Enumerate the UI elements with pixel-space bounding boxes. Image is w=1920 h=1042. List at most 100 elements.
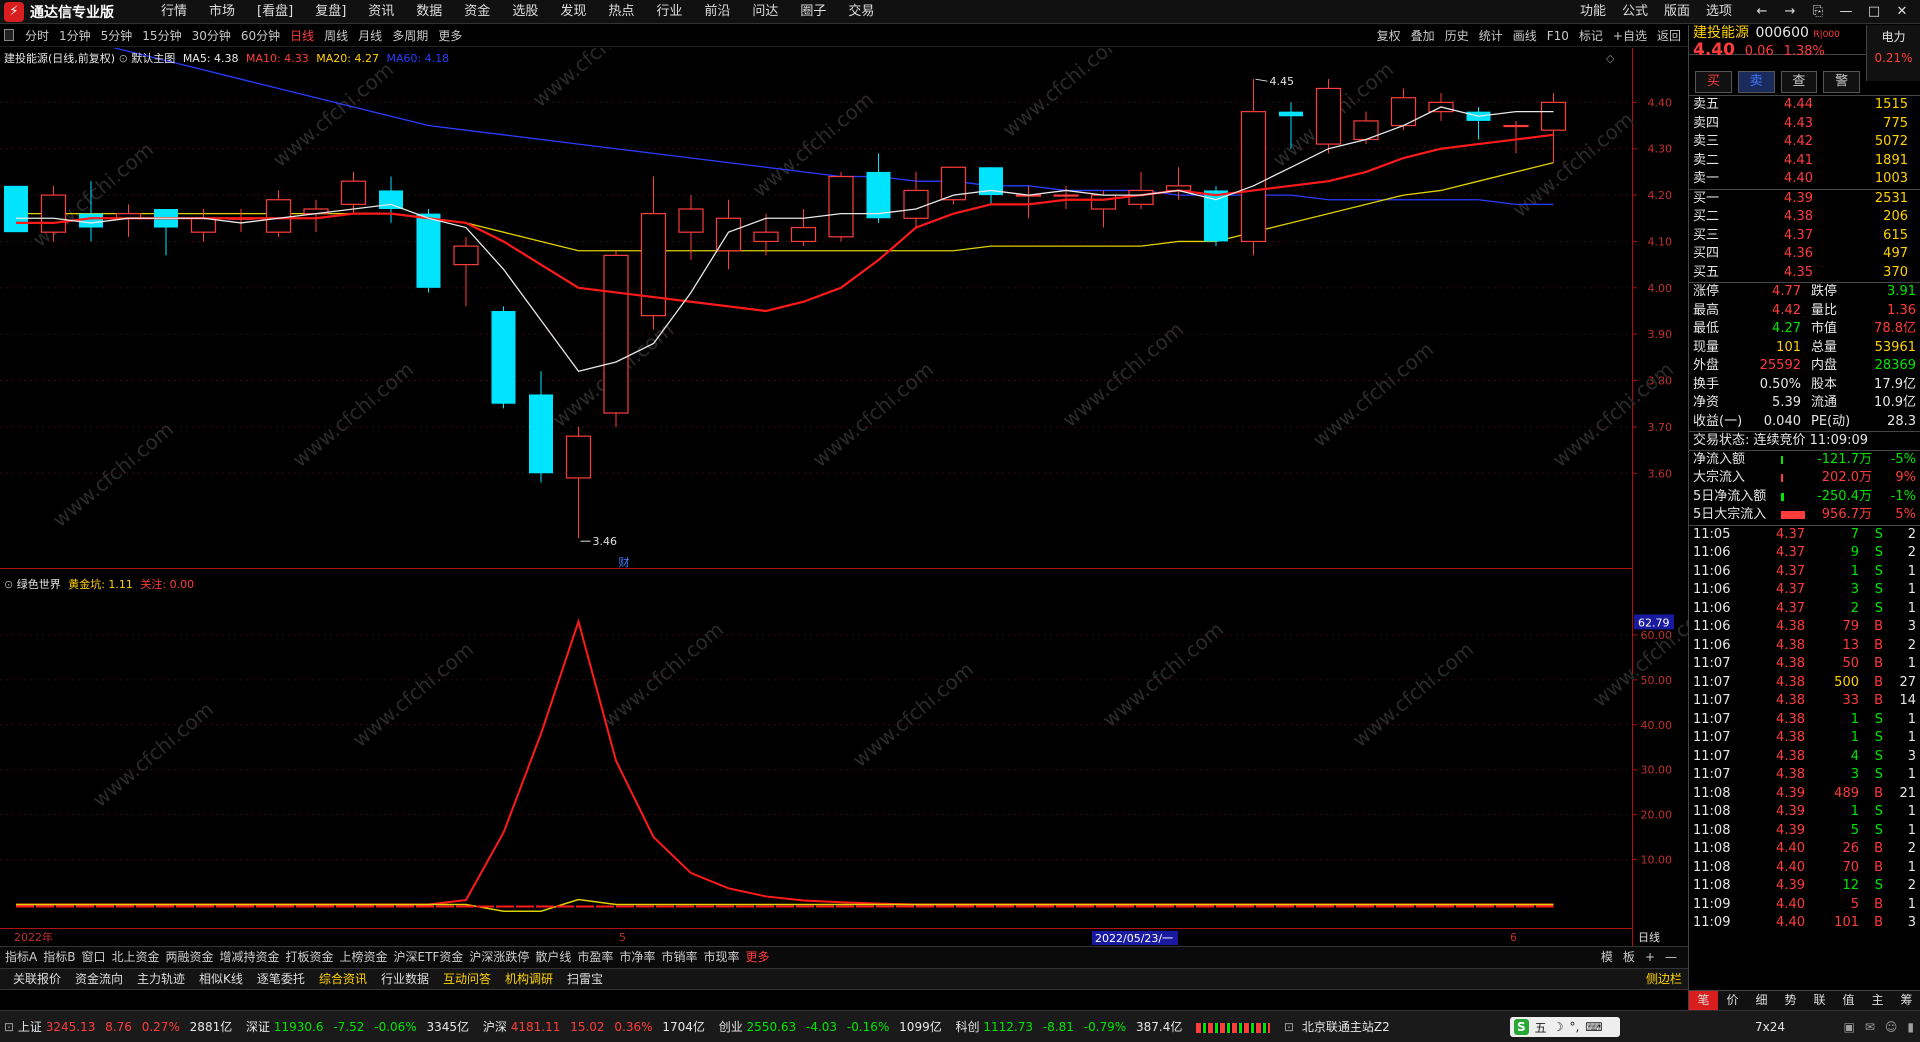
tool-button[interactable]: 统计 xyxy=(1474,25,1508,46)
function-tab[interactable]: 综合资讯 xyxy=(312,969,374,989)
trade-button[interactable]: 警 xyxy=(1823,71,1860,93)
period-tab[interactable]: 分时 xyxy=(20,25,54,46)
moon-icon[interactable]: ☽ xyxy=(1553,1020,1564,1034)
cy-name[interactable]: 创业 xyxy=(719,1020,743,1034)
message-icon[interactable]: ✉ xyxy=(1865,1011,1875,1042)
chart-area[interactable]: 4.40 4.30 4.20 4.10 4.00 3.90 3.80 3.70 3.60 60.0… xyxy=(0,48,1688,946)
sector-box[interactable]: 电力 0.21% xyxy=(1866,25,1920,81)
tool-button[interactable]: F10 xyxy=(1542,25,1574,46)
indicator-tab[interactable]: 沪深涨跌停 xyxy=(466,947,532,968)
ime-toolbar[interactable]: S 五 ☽ °, ⌨ xyxy=(1510,1017,1620,1037)
clock-label[interactable]: 7x24 xyxy=(1755,1011,1785,1042)
panel-tab[interactable]: 联 xyxy=(1805,991,1834,1010)
lock-icon[interactable]: ⊡ xyxy=(1284,1020,1294,1034)
indicator-tab[interactable]: 市净率 xyxy=(616,947,658,968)
trade-button[interactable]: 买 xyxy=(1695,71,1732,93)
kline-chart[interactable]: 4.404.304.204.104.003.903.803.703.6060.0… xyxy=(0,48,1688,946)
forward-icon[interactable]: → xyxy=(1776,0,1804,23)
function-tab[interactable]: 主力轨迹 xyxy=(130,969,192,989)
template-icon[interactable]: ⊙ xyxy=(119,52,132,65)
main-legend-template[interactable]: 默认主图 xyxy=(131,52,175,65)
maximize-icon[interactable]: □ xyxy=(1860,0,1888,23)
indicator-tab[interactable]: 窗口 xyxy=(78,947,108,968)
panel-tab[interactable]: 值 xyxy=(1834,991,1863,1010)
tool-button[interactable]: 返回 xyxy=(1652,25,1686,46)
tool-button[interactable]: 标记 xyxy=(1574,25,1608,46)
minimize-icon[interactable]: — xyxy=(1832,0,1860,23)
indicator-tab[interactable]: 增减持资金 xyxy=(217,947,283,968)
menu-item[interactable]: 资金 xyxy=(453,0,501,23)
kc-name[interactable]: 科创 xyxy=(956,1020,980,1034)
menu-item[interactable]: 圈子 xyxy=(789,0,837,23)
indicator-tab[interactable]: 上榜资金 xyxy=(337,947,391,968)
function-tab[interactable]: 机构调研 xyxy=(498,969,560,989)
indicator-tab-control[interactable]: — xyxy=(1660,947,1682,968)
period-tab[interactable]: 60分钟 xyxy=(236,25,285,46)
indicator-tab[interactable]: 指标B xyxy=(40,947,78,968)
menu-item[interactable]: 交易 xyxy=(837,0,885,23)
panel-tab[interactable]: 笔 xyxy=(1689,991,1718,1010)
indicator-tab[interactable]: 打板资金 xyxy=(283,947,337,968)
sub-toggle-icon[interactable]: ⊙ xyxy=(4,578,17,591)
period-tab[interactable]: 日线 xyxy=(285,25,319,46)
function-tab[interactable]: 互动问答 xyxy=(436,969,498,989)
station-name[interactable]: 北京联通主站Z2 xyxy=(1302,1020,1390,1034)
menu-item[interactable]: 市场 xyxy=(198,0,246,23)
menu-right-item[interactable]: 选项 xyxy=(1698,0,1740,23)
trade-button[interactable]: 查 xyxy=(1780,71,1818,93)
menu-item[interactable]: 选股 xyxy=(501,0,549,23)
menu-right-item[interactable]: 功能 xyxy=(1572,0,1614,23)
panel-tab[interactable]: 势 xyxy=(1776,991,1805,1010)
menu-item[interactable]: 数据 xyxy=(405,0,453,23)
menu-item[interactable]: 行情 xyxy=(150,0,198,23)
sz-name[interactable]: 深证 xyxy=(246,1020,270,1034)
indicator-tab[interactable]: 市现率 xyxy=(700,947,742,968)
function-tab[interactable]: 相似K线 xyxy=(192,969,250,989)
panel-toggle-icon[interactable] xyxy=(4,29,14,41)
period-tab[interactable]: 月线 xyxy=(353,25,387,46)
sidebar-button[interactable]: 侧边栏 xyxy=(1646,969,1682,989)
menu-item[interactable]: 问达 xyxy=(741,0,789,23)
tool-button[interactable]: 叠加 xyxy=(1406,25,1440,46)
indicator-tab[interactable]: 沪深ETF资金 xyxy=(391,947,467,968)
menu-item[interactable]: 复盘] xyxy=(304,0,357,23)
menu-right-item[interactable]: 公式 xyxy=(1614,0,1656,23)
tool-button[interactable]: 画线 xyxy=(1508,25,1542,46)
period-tab[interactable]: 15分钟 xyxy=(137,25,186,46)
function-tab[interactable]: 资金流向 xyxy=(68,969,130,989)
panel-tab[interactable]: 价 xyxy=(1718,991,1747,1010)
back-icon[interactable]: ← xyxy=(1748,0,1776,23)
tool-button[interactable]: +自选 xyxy=(1608,25,1652,46)
ime-mode[interactable]: 五 xyxy=(1535,1019,1547,1036)
function-tab[interactable]: 扫雷宝 xyxy=(560,969,610,989)
indicator-tab[interactable]: 市销率 xyxy=(658,947,700,968)
menu-item[interactable]: 热点 xyxy=(597,0,645,23)
indicator-tab[interactable]: 指标A xyxy=(2,947,40,968)
restore-icon[interactable]: ⎘ xyxy=(1804,0,1832,23)
indicator-tab[interactable]: 两融资金 xyxy=(162,947,216,968)
indicator-tab[interactable]: 散户线 xyxy=(532,947,574,968)
keyboard-icon[interactable]: ⌨ xyxy=(1585,1020,1602,1034)
function-tab[interactable]: 行业数据 xyxy=(374,969,436,989)
tool-button[interactable]: 历史 xyxy=(1440,25,1474,46)
period-tab[interactable]: 多周期 xyxy=(387,25,433,46)
person-icon[interactable]: ☺ xyxy=(1885,1011,1898,1042)
indicator-tab-control[interactable]: + xyxy=(1640,947,1660,968)
status-icon[interactable]: ⊡ xyxy=(4,1020,18,1034)
sh-name[interactable]: 上证 xyxy=(18,1020,42,1034)
menu-item[interactable]: 行业 xyxy=(645,0,693,23)
menu-right-item[interactable]: 版面 xyxy=(1656,0,1698,23)
period-tab[interactable]: 周线 xyxy=(319,25,353,46)
panel-tab[interactable]: 主 xyxy=(1863,991,1892,1010)
indicator-tab-control[interactable]: 模 xyxy=(1596,947,1618,968)
hs-name[interactable]: 沪深 xyxy=(483,1020,507,1034)
function-tab[interactable]: 逐笔委托 xyxy=(250,969,312,989)
tool-button[interactable]: 复权 xyxy=(1372,25,1406,46)
signal-icon[interactable]: ▮ xyxy=(1907,1011,1914,1042)
period-tab[interactable]: 5分钟 xyxy=(96,25,138,46)
indicator-tab[interactable]: 北上资金 xyxy=(108,947,162,968)
period-tab[interactable]: 1分钟 xyxy=(54,25,96,46)
function-tab[interactable]: 关联报价 xyxy=(6,969,68,989)
sub-legend-name[interactable]: 绿色世界 xyxy=(17,578,61,591)
panel-tab[interactable]: 筹 xyxy=(1892,991,1920,1010)
